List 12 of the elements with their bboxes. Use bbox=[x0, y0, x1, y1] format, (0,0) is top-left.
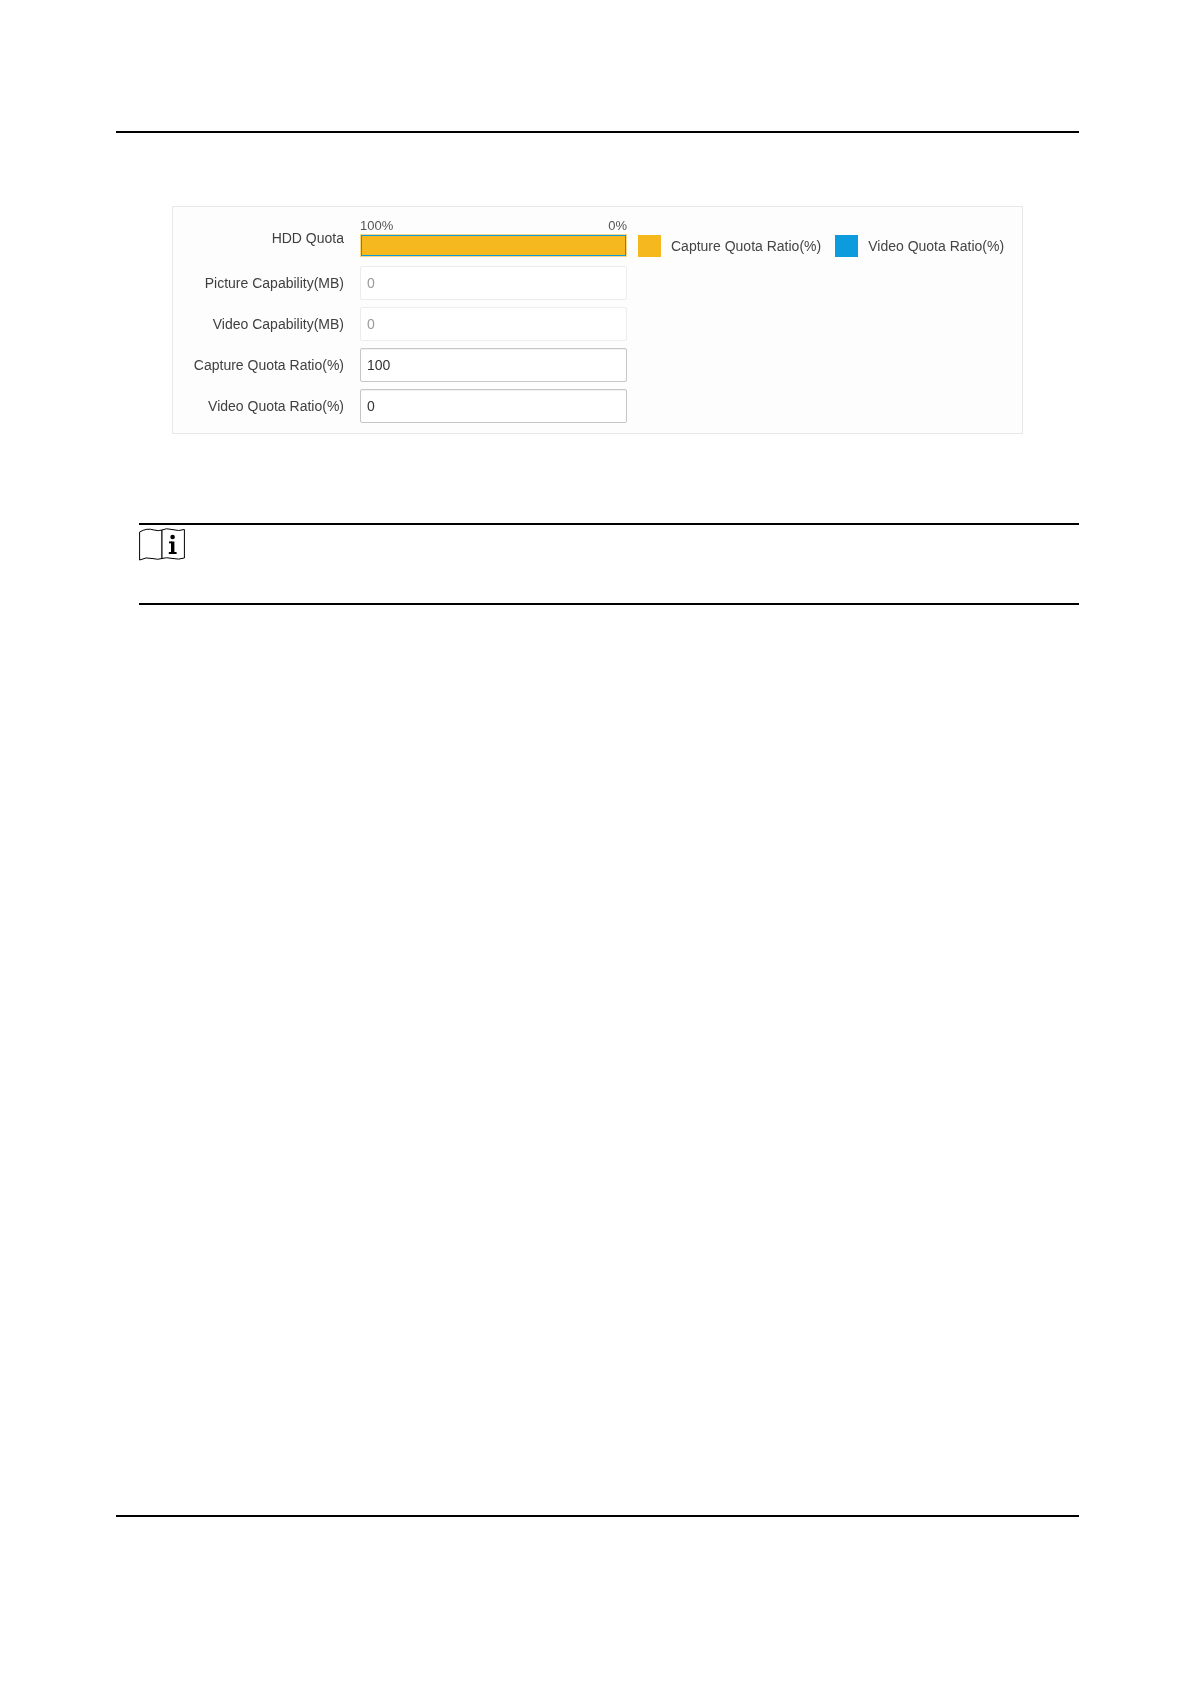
info-book-icon bbox=[139, 527, 185, 561]
input-field[interactable]: 100 bbox=[360, 348, 627, 382]
input-field[interactable]: 0 bbox=[360, 389, 627, 423]
scale-end-label: 0% bbox=[608, 217, 627, 233]
legend-label: Capture Quota Ratio(%) bbox=[671, 238, 822, 254]
scale-start-label: 100% bbox=[360, 217, 394, 233]
field-label: Video Quota Ratio(%) bbox=[207, 397, 344, 416]
field-label: HDD Quota bbox=[270, 229, 344, 247]
field-label: Video Capability(MB) bbox=[211, 315, 344, 334]
legend-label: Video Quota Ratio(%) bbox=[868, 238, 1005, 254]
field-label: Capture Quota Ratio(%) bbox=[192, 356, 344, 375]
field-label: Picture Capability(MB) bbox=[203, 274, 344, 293]
